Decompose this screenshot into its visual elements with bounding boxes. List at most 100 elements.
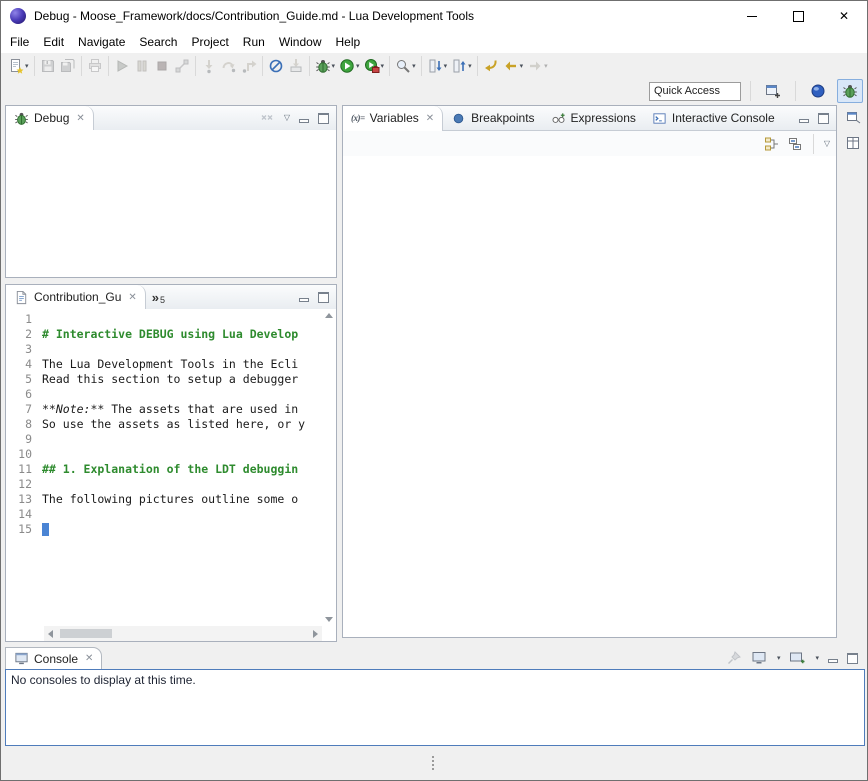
restore-minimized-stack-button[interactable] xyxy=(843,107,863,127)
tab-breakpoints[interactable]: Breakpoints xyxy=(443,106,542,130)
editor-line[interactable]: 6 xyxy=(6,387,322,402)
editor-line[interactable]: 4The Lua Development Tools in the Ecli xyxy=(6,357,322,372)
dropdown-arrow-icon[interactable]: ▾ xyxy=(815,654,819,662)
save-all-button[interactable] xyxy=(58,55,78,77)
quick-access-box[interactable]: Quick Access xyxy=(649,82,741,101)
maximize-view-icon[interactable] xyxy=(818,113,829,124)
maximize-window-button[interactable] xyxy=(775,1,821,31)
maximize-view-icon[interactable] xyxy=(847,653,858,664)
show-logical-structure-icon[interactable] xyxy=(764,136,780,152)
minimized-view-button[interactable] xyxy=(843,133,863,153)
editor-line[interactable]: 2# Interactive DEBUG using Lua Develop xyxy=(6,327,322,342)
line-number: 7 xyxy=(6,402,42,417)
drop-to-frame-button[interactable] xyxy=(286,55,306,77)
line-number: 2 xyxy=(6,327,42,342)
minimize-view-icon[interactable] xyxy=(799,113,809,123)
save-button[interactable] xyxy=(38,55,58,77)
minimize-window-button[interactable] xyxy=(729,1,775,31)
editor-line[interactable]: 9 xyxy=(6,432,322,447)
debug-dropdown[interactable]: ▾ xyxy=(313,55,338,77)
close-tab-icon[interactable]: ✕ xyxy=(85,653,93,664)
step-into-button[interactable] xyxy=(199,55,219,77)
maximize-view-icon[interactable] xyxy=(318,292,329,303)
editor-line[interactable]: 1 xyxy=(6,312,322,327)
menu-item-edit[interactable]: Edit xyxy=(36,32,71,52)
close-tab-icon[interactable]: ✕ xyxy=(426,113,434,124)
close-tab-icon[interactable]: ✕ xyxy=(128,292,136,303)
editor-line[interactable]: 10 xyxy=(6,447,322,462)
disconnect-button[interactable] xyxy=(172,55,192,77)
horizontal-scrollbar[interactable] xyxy=(44,626,322,641)
step-over-button[interactable] xyxy=(219,55,239,77)
scrollbar-thumb[interactable] xyxy=(60,629,112,638)
last-edit-location-button[interactable] xyxy=(481,55,501,77)
status-bar-grip[interactable] xyxy=(432,756,434,770)
back-dropdown[interactable]: ▾ xyxy=(501,55,526,77)
view-menu-icon[interactable]: ▽ xyxy=(824,140,830,148)
scroll-up-icon[interactable] xyxy=(325,313,333,318)
pin-console-icon[interactable] xyxy=(726,650,742,666)
editor-line[interactable]: 5Read this section to setup a debugger xyxy=(6,372,322,387)
new-wizard-dropdown[interactable]: ▾ xyxy=(6,55,31,77)
tab-console[interactable]: Console ✕ xyxy=(5,647,102,669)
scroll-down-icon[interactable] xyxy=(325,617,333,622)
minimize-view-icon[interactable] xyxy=(828,653,838,663)
maximize-view-icon[interactable] xyxy=(318,113,329,124)
scroll-left-icon[interactable] xyxy=(44,630,57,638)
minimize-view-icon[interactable] xyxy=(299,292,309,302)
collapse-all-icon[interactable] xyxy=(787,136,803,152)
menu-item-search[interactable]: Search xyxy=(132,32,184,52)
run-dropdown[interactable]: ▾ xyxy=(337,55,362,77)
tab-contribution-guide[interactable]: Contribution_Gu ✕ xyxy=(6,285,146,310)
scrollbar-track[interactable] xyxy=(57,626,309,641)
remove-all-terminated-icon[interactable] xyxy=(259,110,275,126)
editor-line[interactable]: 13The following pictures outline some o xyxy=(6,492,322,507)
external-tools-dropdown[interactable]: ▾ xyxy=(362,55,387,77)
display-selected-console-icon[interactable] xyxy=(751,650,767,666)
editor-content[interactable]: 12# Interactive DEBUG using Lua Develop3… xyxy=(6,309,336,641)
close-tab-icon[interactable]: ✕ xyxy=(76,113,84,124)
menu-item-navigate[interactable]: Navigate xyxy=(71,32,132,52)
ldt-perspective-button[interactable] xyxy=(805,79,831,103)
open-console-icon[interactable] xyxy=(789,650,805,666)
editor-overflow-chevron[interactable]: » 5 xyxy=(146,285,171,309)
scroll-right-icon[interactable] xyxy=(309,630,322,638)
stepinto-icon xyxy=(201,58,217,74)
tab-debug[interactable]: Debug ✕ xyxy=(6,106,94,131)
view-menu-icon[interactable]: ▽ xyxy=(284,114,290,122)
editor-line[interactable]: 12 xyxy=(6,477,322,492)
forward-dropdown[interactable]: ▾ xyxy=(525,55,550,77)
editor-line[interactable]: 15 xyxy=(6,522,322,537)
editor-line[interactable]: 8So use the assets as listed here, or y xyxy=(6,417,322,432)
editor-line[interactable]: 11## 1. Explanation of the LDT debuggin xyxy=(6,462,322,477)
editor-line[interactable]: 7**Note:** The assets that are used in xyxy=(6,402,322,417)
menu-item-file[interactable]: File xyxy=(3,32,36,52)
menu-item-help[interactable]: Help xyxy=(329,32,368,52)
tab-expressions[interactable]: Expressions xyxy=(543,106,644,130)
editor-line[interactable]: 14 xyxy=(6,507,322,522)
tab-interactive-console[interactable]: Interactive Console xyxy=(644,106,783,130)
editor-line-text: ## 1. Explanation of the LDT debuggin xyxy=(42,462,298,477)
next-annotation-dropdown[interactable]: ▾ xyxy=(425,55,450,77)
dropdown-arrow-icon[interactable]: ▾ xyxy=(777,654,781,662)
vertical-scrollbar[interactable] xyxy=(322,309,336,626)
menu-item-window[interactable]: Window xyxy=(272,32,329,52)
terminate-button[interactable] xyxy=(152,55,172,77)
editor-line[interactable]: 3 xyxy=(6,342,322,357)
previous-annotation-dropdown[interactable]: ▾ xyxy=(449,55,474,77)
search-dropdown[interactable]: ▾ xyxy=(393,55,418,77)
resume-button[interactable] xyxy=(112,55,132,77)
skip-all-breakpoints-button[interactable] xyxy=(266,55,286,77)
tab-variables[interactable]: (x)=Variables✕ xyxy=(343,106,443,131)
suspend-button[interactable] xyxy=(132,55,152,77)
menu-item-project[interactable]: Project xyxy=(184,32,235,52)
debug-perspective-button[interactable] xyxy=(837,79,863,103)
restore-view-icon xyxy=(845,109,861,125)
menu-item-run[interactable]: Run xyxy=(236,32,272,52)
open-perspective-button[interactable] xyxy=(760,79,786,103)
line-number: 1 xyxy=(6,312,42,327)
print-button[interactable] xyxy=(85,55,105,77)
minimize-view-icon[interactable] xyxy=(299,113,309,123)
close-window-button[interactable]: ✕ xyxy=(821,1,867,31)
step-return-button[interactable] xyxy=(239,55,259,77)
